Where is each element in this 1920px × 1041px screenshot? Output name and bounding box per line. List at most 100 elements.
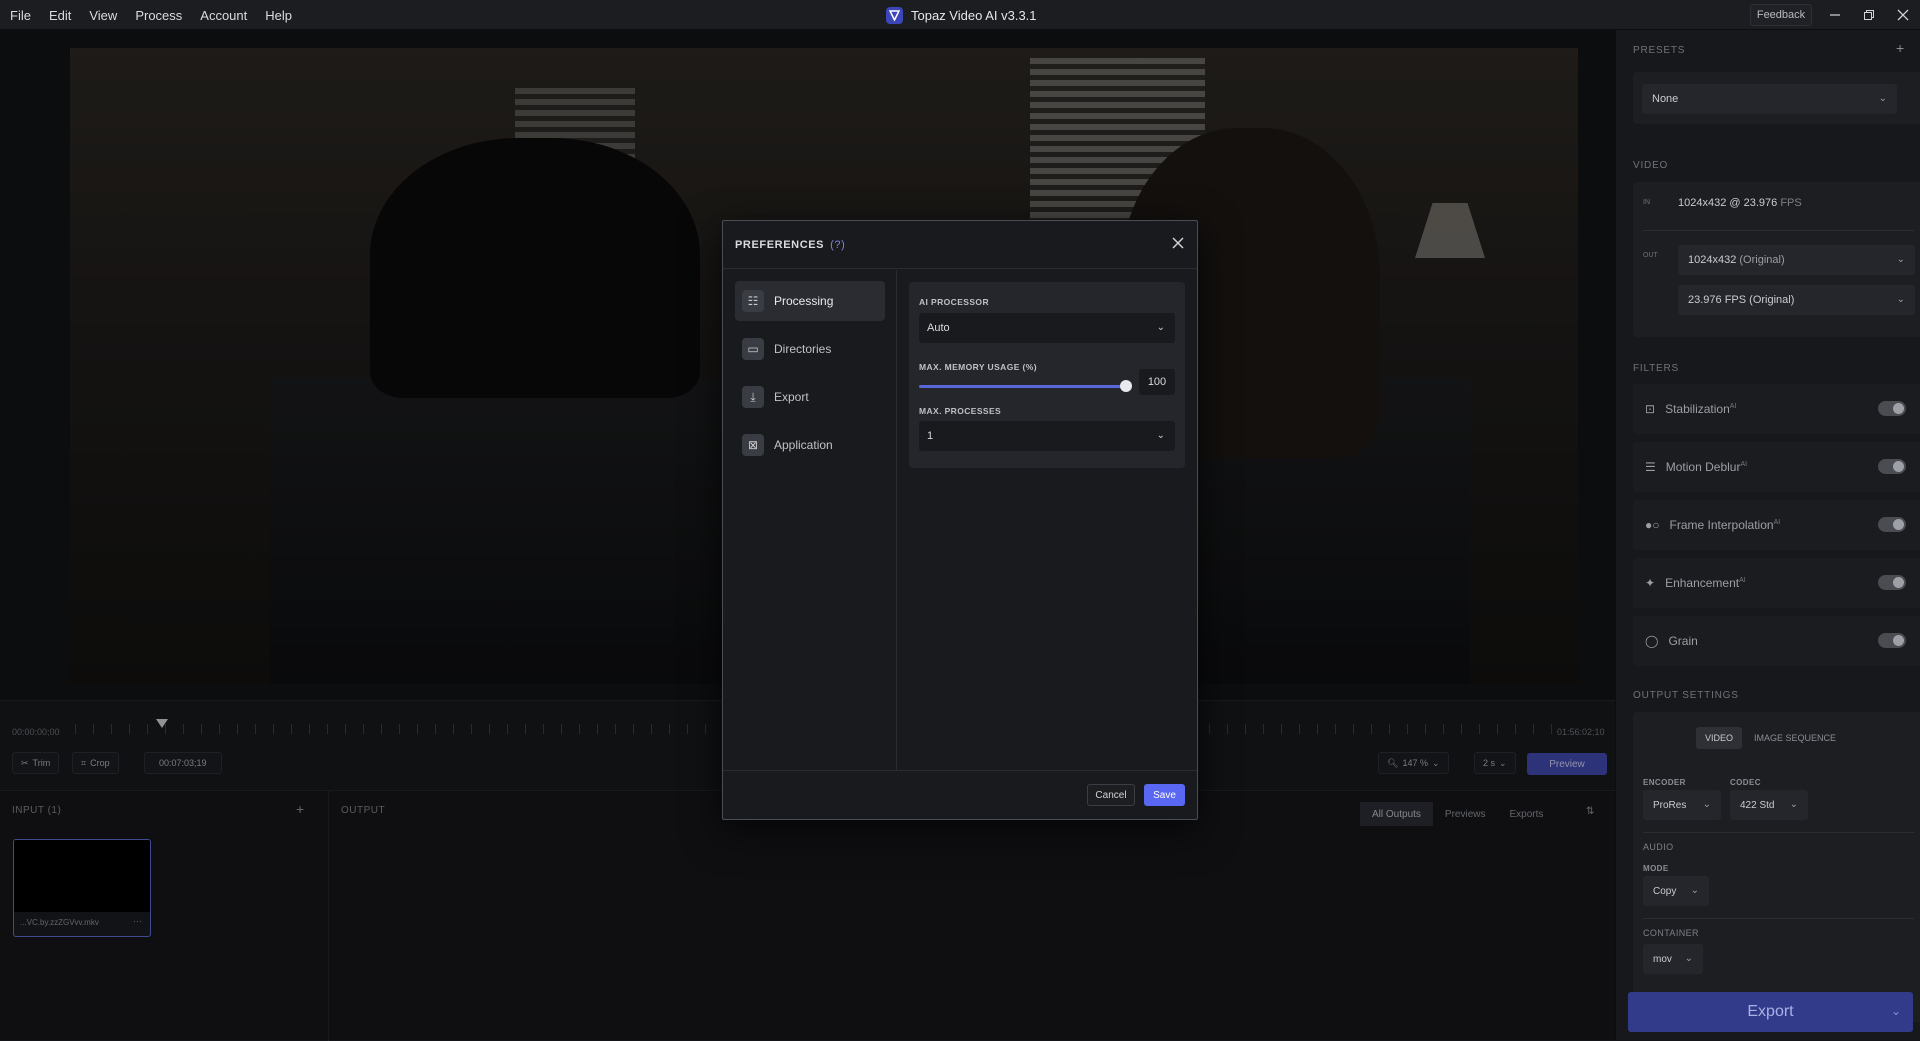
encoder-select[interactable]: ProRes ⌄ xyxy=(1643,790,1721,820)
frame-interpolation-toggle[interactable] xyxy=(1878,517,1906,532)
preferences-dialog: PREFERENCES (?) ☷ Processing ▭ Directories … xyxy=(722,220,1198,820)
filter-stabilization[interactable]: ⊡ StabilizationAI xyxy=(1633,384,1920,434)
menu-view[interactable]: View xyxy=(89,8,117,23)
preferences-nav: ☷ Processing ▭ Directories ⤓ Export ⊠ Applic… xyxy=(723,270,897,770)
filter-motion-deblur[interactable]: ☰ Motion DeblurAI xyxy=(1633,442,1920,492)
enhancement-icon: ✦ xyxy=(1645,576,1656,590)
app-title: Topaz Video AI v3.3.1 xyxy=(886,0,1037,30)
stabilization-icon: ⊡ xyxy=(1645,402,1656,416)
memory-usage-label: MAX. MEMORY USAGE (%) xyxy=(919,362,1037,372)
divider xyxy=(1643,832,1914,833)
restore-icon[interactable] xyxy=(1852,0,1886,30)
folder-icon: ▭ xyxy=(742,338,764,360)
chevron-down-icon: ⌄ xyxy=(1896,254,1905,265)
export-button[interactable]: Export ⌄ xyxy=(1628,992,1913,1032)
out-tag: OUT xyxy=(1643,252,1658,259)
app-title-text: Topaz Video AI v3.3.1 xyxy=(911,7,1037,23)
output-fps-select[interactable]: 23.976 FPS (Original) ⌄ xyxy=(1678,285,1915,315)
ai-processor-label: AI PROCESSOR xyxy=(919,297,989,307)
ai-badge: AI xyxy=(1739,577,1746,584)
dialog-title: PREFERENCES (?) xyxy=(735,239,845,251)
menu-help[interactable]: Help xyxy=(265,8,292,23)
max-processes-value: 1 xyxy=(927,430,934,442)
chevron-down-icon: ⌄ xyxy=(1896,294,1905,305)
filter-name: Frame Interpolation xyxy=(1669,518,1774,532)
container-label: CONTAINER xyxy=(1643,928,1699,938)
memory-usage-input[interactable]: 100 xyxy=(1139,369,1175,395)
save-button[interactable]: Save xyxy=(1144,784,1185,806)
grain-icon: ◯ xyxy=(1645,634,1659,648)
sliders-icon: ☷ xyxy=(742,290,764,312)
video-card: IN 1024x432 @ 23.976 FPS OUT 1024x432 (O… xyxy=(1633,182,1920,337)
add-preset-icon[interactable]: + xyxy=(1896,40,1904,56)
menu-edit[interactable]: Edit xyxy=(49,8,71,23)
presets-label: PRESETS xyxy=(1633,45,1686,56)
filter-grain[interactable]: ◯ Grain xyxy=(1633,616,1920,666)
processing-settings: AI PROCESSOR Auto ⌄ MAX. MEMORY USAGE (%)… xyxy=(909,282,1185,468)
chevron-down-icon: ⌄ xyxy=(1156,430,1165,441)
memory-slider-track[interactable] xyxy=(919,385,1126,388)
filters-label: FILTERS xyxy=(1633,363,1679,374)
filter-enhancement[interactable]: ✦ EnhancementAI xyxy=(1633,558,1920,608)
cancel-button[interactable]: Cancel xyxy=(1087,784,1135,806)
tab-image-sequence[interactable]: IMAGE SEQUENCE xyxy=(1745,727,1845,749)
out-res: 1024x432 xyxy=(1688,254,1737,266)
close-window-icon[interactable] xyxy=(1886,0,1920,30)
stabilization-toggle[interactable] xyxy=(1878,401,1906,416)
help-link[interactable]: (?) xyxy=(830,239,845,251)
close-icon[interactable] xyxy=(1172,234,1184,254)
nav-directories[interactable]: ▭ Directories xyxy=(735,329,885,369)
chevron-down-icon: ⌄ xyxy=(1878,93,1887,104)
ai-processor-value: Auto xyxy=(927,322,950,334)
video-label: VIDEO xyxy=(1633,160,1669,171)
in-res: 1024x432 xyxy=(1678,197,1727,209)
in-fps-unit: FPS xyxy=(1780,197,1802,209)
presets-card: None ⌄ xyxy=(1633,72,1920,124)
export-label: Export xyxy=(1747,1003,1794,1020)
menu-process[interactable]: Process xyxy=(135,8,182,23)
title-bar: File Edit View Process Account Help Topa… xyxy=(0,0,1920,30)
topaz-logo-icon xyxy=(886,6,903,24)
ai-badge: AI xyxy=(1773,519,1781,526)
output-settings-label: OUTPUT SETTINGS xyxy=(1633,690,1739,701)
feedback-button[interactable]: Feedback xyxy=(1750,4,1812,26)
output-resolution-select[interactable]: 1024x432 (Original) ⌄ xyxy=(1678,245,1915,275)
chevron-down-icon: ⌄ xyxy=(1789,799,1798,810)
filter-frame-interpolation[interactable]: ●○ Frame InterpolationAI xyxy=(1633,500,1920,550)
grain-toggle[interactable] xyxy=(1878,633,1906,648)
nav-application[interactable]: ⊠ Application xyxy=(735,425,885,465)
tab-video[interactable]: VIDEO xyxy=(1696,727,1742,749)
audio-label: AUDIO xyxy=(1643,842,1674,852)
enhancement-toggle[interactable] xyxy=(1878,575,1906,590)
menu-bar: File Edit View Process Account Help xyxy=(10,0,292,30)
container-select[interactable]: mov ⌄ xyxy=(1643,944,1703,974)
preset-select[interactable]: None ⌄ xyxy=(1642,84,1897,114)
codec-select[interactable]: 422 Std ⌄ xyxy=(1730,790,1808,820)
max-processes-select[interactable]: 1 ⌄ xyxy=(919,421,1175,451)
minimize-icon[interactable] xyxy=(1818,0,1852,30)
filter-name: Enhancement xyxy=(1665,576,1740,590)
nav-export[interactable]: ⤓ Export xyxy=(735,377,885,417)
chevron-down-icon: ⌄ xyxy=(1684,953,1693,964)
chevron-down-icon: ⌄ xyxy=(1702,799,1711,810)
divider xyxy=(1643,230,1914,231)
memory-slider-handle[interactable] xyxy=(1120,380,1132,392)
divider xyxy=(1643,918,1914,919)
encoder-value: ProRes xyxy=(1653,799,1687,811)
out-res-note: (Original) xyxy=(1739,254,1785,266)
motion-deblur-icon: ☰ xyxy=(1645,460,1656,474)
menu-file[interactable]: File xyxy=(10,8,31,23)
download-icon: ⤓ xyxy=(742,386,764,408)
audio-mode-select[interactable]: Copy ⌄ xyxy=(1643,876,1709,906)
menu-account[interactable]: Account xyxy=(200,8,247,23)
dialog-title-text: PREFERENCES xyxy=(735,239,825,251)
ai-processor-select[interactable]: Auto ⌄ xyxy=(919,313,1175,343)
filter-name: Motion Deblur xyxy=(1665,460,1741,474)
nav-processing[interactable]: ☷ Processing xyxy=(735,281,885,321)
chevron-down-icon[interactable]: ⌄ xyxy=(1891,1004,1901,1018)
in-fps: 23.976 xyxy=(1743,197,1778,209)
motion-deblur-toggle[interactable] xyxy=(1878,459,1906,474)
filter-name: Grain xyxy=(1668,634,1698,648)
in-tag: IN xyxy=(1643,199,1650,206)
nav-label: Application xyxy=(774,438,833,452)
